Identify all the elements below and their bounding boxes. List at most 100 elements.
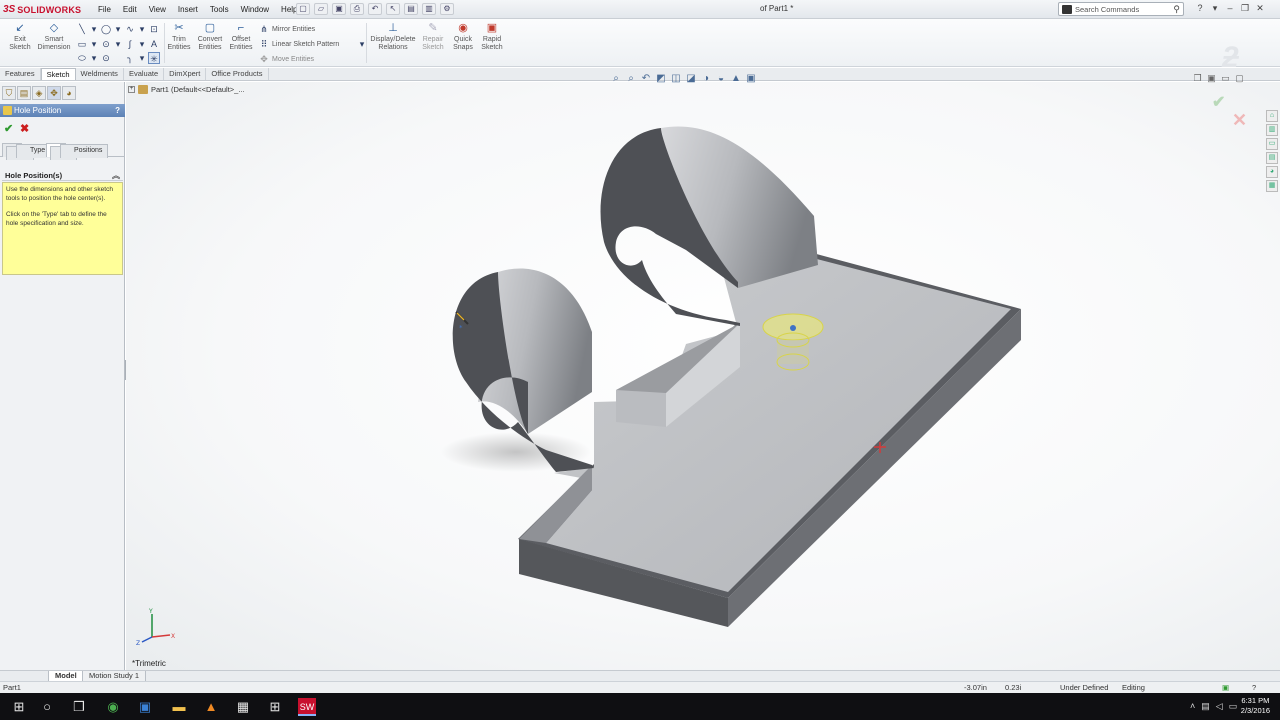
rectangle-icon[interactable]: ▭: [76, 38, 88, 50]
appearances-icon[interactable]: ◕: [1266, 166, 1278, 178]
text-icon[interactable]: A: [148, 38, 160, 50]
dropdown-icon[interactable]: ▾: [112, 23, 124, 35]
smart-dimension-button[interactable]: ◇ Smart Dimension: [36, 22, 72, 52]
solidworks-resources-icon[interactable]: ⌂: [1266, 110, 1278, 122]
move-entities-button[interactable]: Move Entities: [272, 55, 314, 64]
tab-weldments[interactable]: Weldments: [76, 68, 124, 80]
offset-entities-button[interactable]: ⌐ Offset Entities: [228, 22, 254, 52]
file-properties-icon[interactable]: ▥: [422, 3, 436, 15]
feature-manager-icon[interactable]: ⛉: [2, 86, 16, 100]
tab-positions[interactable]: ⊤ Positions: [46, 143, 109, 160]
previous-view-icon[interactable]: ↶: [640, 73, 652, 85]
windows-start-icon[interactable]: ⊞: [10, 698, 28, 716]
store-icon[interactable]: ⊞: [266, 698, 284, 716]
design-library-icon[interactable]: ▥: [1266, 124, 1278, 136]
repair-sketch-button[interactable]: ✎ Repair Sketch: [420, 22, 446, 52]
collapse-icon[interactable]: ︽: [112, 170, 120, 181]
network-icon[interactable]: ▤: [1201, 701, 1210, 712]
menu-tools[interactable]: Tools: [204, 4, 235, 15]
spline-icon[interactable]: ∫: [124, 38, 136, 50]
menu-file[interactable]: File: [92, 4, 117, 15]
point-icon[interactable]: ⊙: [100, 52, 112, 64]
arc-icon[interactable]: ∿: [124, 23, 136, 35]
dropdown-icon[interactable]: ▾: [112, 38, 124, 50]
vlc-icon[interactable]: ▲: [202, 698, 220, 716]
solidworks-taskbar-icon[interactable]: SW: [298, 698, 316, 716]
line-icon[interactable]: ╲: [76, 23, 88, 35]
hide-show-icon[interactable]: ◑: [700, 73, 712, 85]
confirmation-cancel-icon[interactable]: ✕: [1232, 110, 1247, 131]
volume-icon[interactable]: ◁: [1216, 701, 1223, 712]
print-icon[interactable]: ⎙: [350, 3, 364, 15]
viewport-minimize-icon[interactable]: ▭: [1221, 73, 1230, 84]
view-orientation-icon[interactable]: ◫: [670, 73, 682, 85]
cortana-search-icon[interactable]: ○: [38, 698, 56, 716]
search-commands-field[interactable]: Search Commands ⚲: [1058, 2, 1184, 16]
property-manager-icon[interactable]: ▤: [17, 86, 31, 100]
notifications-icon[interactable]: ▭: [1229, 701, 1238, 712]
edit-appearance-icon[interactable]: ◒: [715, 73, 727, 85]
display-style-icon[interactable]: ◪: [685, 73, 697, 85]
tab-evaluate[interactable]: Evaluate: [124, 68, 165, 80]
help-button[interactable]: ?: [1196, 3, 1204, 14]
custom-properties-icon[interactable]: ▦: [1266, 180, 1278, 192]
trim-entities-button[interactable]: ✂ Trim Entities: [166, 22, 192, 52]
tray-expand-icon[interactable]: ˄: [1190, 701, 1195, 712]
convert-entities-button[interactable]: ▢ Convert Entities: [194, 22, 226, 52]
display-manager-icon[interactable]: ◕: [62, 86, 76, 100]
menu-window[interactable]: Window: [235, 4, 275, 15]
rapid-sketch-button[interactable]: ▣ Rapid Sketch: [478, 22, 506, 52]
options-icon[interactable]: ⚙: [440, 3, 454, 15]
display-delete-relations-button[interactable]: ⊥ Display/Delete Relations: [368, 22, 418, 52]
new-document-icon[interactable]: ▢: [296, 3, 310, 15]
menu-insert[interactable]: Insert: [172, 4, 204, 15]
graphics-area[interactable]: + Part1 (Default<<Default>_... * Y X Z ⌕…: [126, 73, 1280, 670]
solidworks-logo[interactable]: 3S SOLIDWORKS: [3, 3, 81, 16]
section-view-icon[interactable]: ◩: [655, 73, 667, 85]
chrome-icon[interactable]: ◉: [104, 698, 122, 716]
dropdown-icon[interactable]: ▾: [88, 52, 100, 64]
file-explorer-taskbar-icon[interactable]: ▬: [170, 698, 188, 716]
select-icon[interactable]: ↖: [386, 3, 400, 15]
dropdown-icon[interactable]: ▾: [88, 23, 100, 35]
close-button[interactable]: ✕: [1256, 3, 1264, 14]
zoom-to-area-icon[interactable]: ⌕: [625, 73, 637, 85]
open-icon[interactable]: ▱: [314, 3, 328, 15]
linear-sketch-pattern-button[interactable]: Linear Sketch Pattern: [272, 40, 339, 49]
construction-geometry-icon[interactable]: ✳: [148, 52, 160, 64]
mirror-entities-button[interactable]: Mirror Entities: [272, 25, 315, 34]
dropdown-icon[interactable]: ▾: [136, 52, 148, 64]
dimxpert-manager-icon[interactable]: ✥: [47, 86, 61, 100]
cancel-button[interactable]: ✖: [20, 122, 29, 135]
task-view-icon[interactable]: ❒: [70, 698, 88, 716]
apply-scene-icon[interactable]: ▲: [730, 73, 742, 85]
tab-features[interactable]: Features: [0, 68, 41, 80]
viewport-restore-icon[interactable]: ❐: [1193, 73, 1202, 84]
exit-sketch-button[interactable]: ↙ Exit Sketch: [6, 22, 34, 52]
viewport-tile-icon[interactable]: ▣: [1207, 73, 1216, 84]
circle-icon[interactable]: ◯: [100, 23, 112, 35]
file-explorer-icon[interactable]: ▭: [1266, 138, 1278, 150]
menu-view[interactable]: View: [143, 4, 172, 15]
part-model[interactable]: * Y X Z: [126, 82, 1280, 670]
restore-button[interactable]: ❐: [1241, 3, 1249, 14]
tab-office-products[interactable]: Office Products: [206, 68, 269, 80]
view-palette-icon[interactable]: ▤: [1266, 152, 1278, 164]
search-icon[interactable]: ⚲: [1173, 4, 1180, 15]
dropdown-icon[interactable]: ▾: [136, 38, 148, 50]
tab-type[interactable]: ▭ Type: [2, 143, 52, 160]
view-settings-icon[interactable]: ▣: [745, 73, 757, 85]
tab-sketch[interactable]: Sketch: [40, 68, 76, 80]
slot-icon[interactable]: ⊙: [100, 38, 112, 50]
dropdown-icon[interactable]: ▾: [136, 23, 148, 35]
hole-center-point[interactable]: [790, 325, 796, 331]
viewport-close-icon[interactable]: ▢: [1235, 73, 1244, 84]
minimize-button[interactable]: –: [1226, 3, 1234, 14]
trim-shortcut-icon[interactable]: ⊡: [148, 23, 160, 35]
tab-dimxpert[interactable]: DimXpert: [164, 68, 207, 80]
calculator-icon[interactable]: ▦: [234, 698, 252, 716]
configuration-manager-icon[interactable]: ◈: [32, 86, 46, 100]
ok-button[interactable]: ✔: [4, 122, 13, 135]
quick-snaps-button[interactable]: ◉ Quick Snaps: [450, 22, 476, 52]
fillet-icon[interactable]: ╮: [124, 52, 136, 64]
